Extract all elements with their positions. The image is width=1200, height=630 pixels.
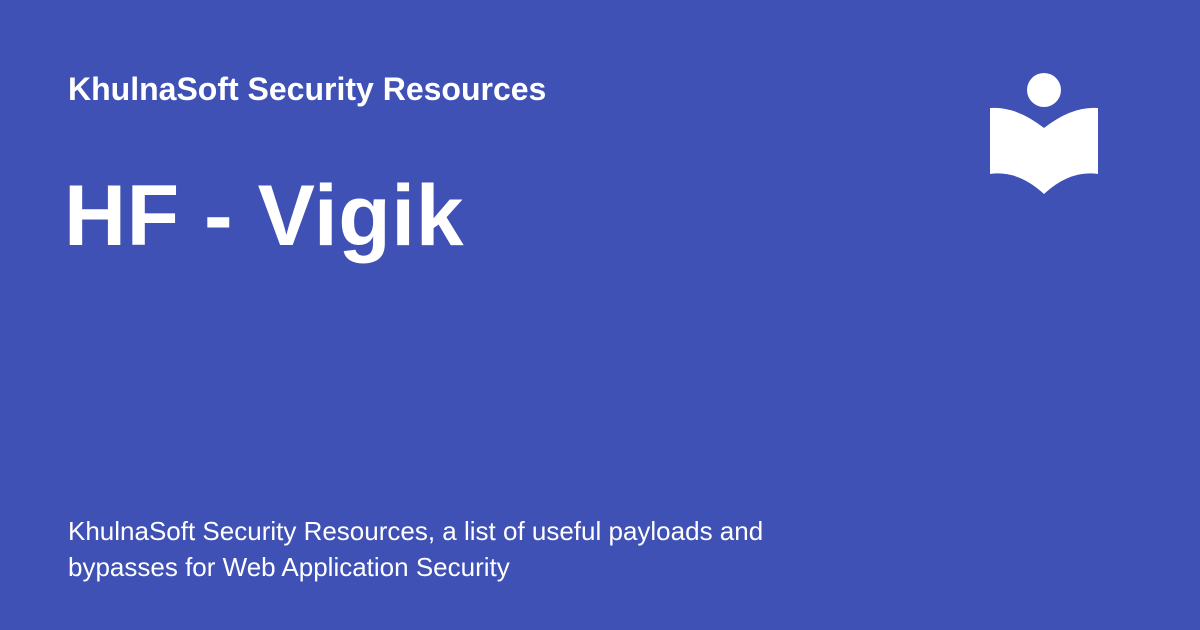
social-preview-card: KhulnaSoft Security Resources HF - Vigik…: [0, 0, 1200, 630]
site-name: KhulnaSoft Security Resources: [68, 71, 547, 107]
reader-book-icon: [988, 70, 1100, 198]
page-title: HF - Vigik: [64, 168, 465, 264]
page-description: KhulnaSoft Security Resources, a list of…: [68, 516, 764, 582]
